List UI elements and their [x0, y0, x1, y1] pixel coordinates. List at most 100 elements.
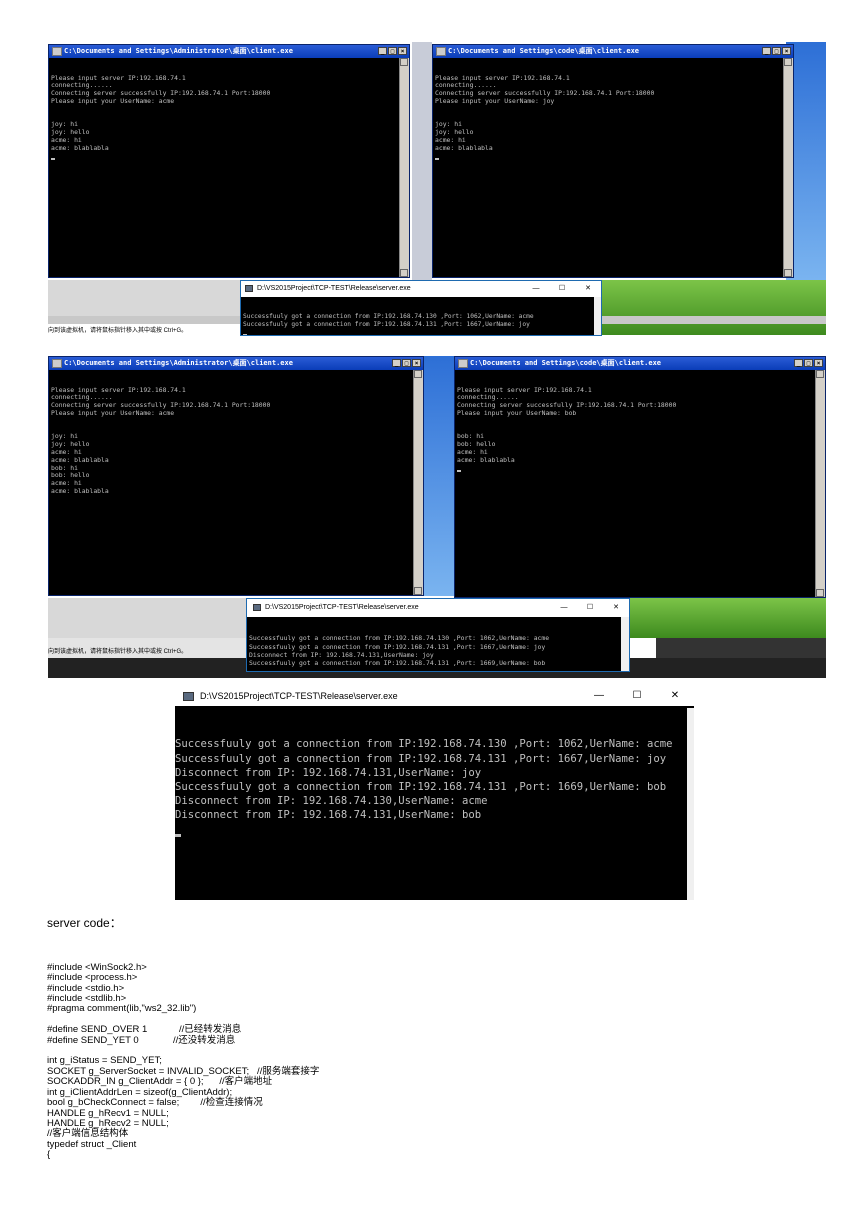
close-button[interactable]: ×	[412, 359, 421, 367]
client-window-acme[interactable]: C:\Documents and Settings\Administrator\…	[48, 44, 410, 278]
window-titlebar[interactable]: C:\Documents and Settings\Administrator\…	[49, 45, 409, 58]
vm-hint-text: 向到该虚拟机，请将鼠标指针移入其中或按 Ctrl+G。	[48, 649, 188, 655]
scroll-down-arrow-icon[interactable]	[784, 269, 792, 277]
text-line: Successfuuly got a connection from IP:19…	[249, 659, 546, 668]
close-button[interactable]: ×	[814, 359, 823, 367]
scrollbar[interactable]	[783, 58, 793, 277]
minimize-button[interactable]: _	[762, 47, 771, 55]
text-line	[51, 426, 412, 434]
close-button[interactable]: ×	[398, 47, 407, 55]
text-line: joy: hello	[435, 128, 474, 137]
scroll-down-arrow-icon[interactable]	[816, 589, 824, 597]
text-line: acme: blablabla	[435, 143, 493, 152]
maximize-button[interactable]: □	[804, 359, 813, 367]
scroll-down-arrow-icon[interactable]	[414, 587, 422, 595]
window-titlebar[interactable]: D:\VS2015Project\TCP-TEST\Release\server…	[247, 599, 629, 617]
client-window-acme[interactable]: C:\Documents and Settings\Administrator\…	[48, 356, 424, 596]
text-line: #pragma comment(lib,"ws2_32.lib")	[47, 1003, 197, 1015]
text-line: bob: hi	[51, 463, 78, 472]
scrollbar[interactable]	[621, 617, 629, 671]
text-line: Successfuuly got a connection from IP:19…	[175, 752, 667, 765]
text-line: joy: hello	[51, 128, 90, 137]
text-line: Successfuuly got a connection from IP:19…	[175, 781, 667, 794]
text-line: bob: hi	[457, 432, 484, 441]
client-window-joy[interactable]: C:\Documents and Settings\code\桌面\client…	[432, 44, 794, 278]
server-window[interactable]: D:\VS2015Project\TCP-TEST\Release\server…	[240, 280, 602, 336]
vm-divider	[412, 42, 432, 280]
text-line: acme: blablabla	[457, 455, 515, 464]
minimize-button[interactable]: —	[551, 599, 577, 617]
maximize-button[interactable]: □	[772, 47, 781, 55]
console-output: Successfuuly got a connection from IP:19…	[247, 617, 621, 671]
console-output: Please input server IP:192.168.74.1 conne…	[455, 370, 816, 597]
console-output: Please input server IP:192.168.74.1 conne…	[49, 58, 400, 277]
scroll-up-arrow-icon[interactable]	[400, 58, 408, 66]
text-line: joy: hi	[51, 120, 78, 129]
console-icon	[245, 284, 253, 292]
scrollbar[interactable]	[413, 370, 423, 595]
scroll-up-arrow-icon[interactable]	[414, 370, 422, 378]
text-line: joy: hi	[51, 432, 78, 441]
minimize-button[interactable]: _	[392, 359, 401, 367]
window-titlebar[interactable]: C:\Documents and Settings\code\桌面\client…	[433, 45, 793, 58]
text-line: Please input your UserName: acme	[51, 408, 175, 417]
close-button[interactable]: ✕	[603, 599, 629, 617]
taskbar-strip-right	[656, 638, 826, 658]
scrollbar[interactable]	[815, 370, 825, 597]
window-titlebar[interactable]: C:\Documents and Settings\Administrator\…	[49, 357, 423, 370]
console-output: Successfuuly got a connection from IP:19…	[241, 297, 594, 335]
maximize-button[interactable]: □	[388, 47, 397, 55]
minimize-button[interactable]: _	[378, 47, 387, 55]
server-window-large[interactable]: D:\VS2015Project\TCP-TEST\Release\server…	[175, 686, 694, 900]
close-button[interactable]: ✕	[656, 686, 694, 706]
text-line: Successfuuly got a connection from IP:19…	[249, 642, 546, 651]
text-line: bool g_bCheckConnect = false; //检查连接情况	[47, 1097, 263, 1109]
vm-hint-text: 向到该虚拟机，请将鼠标指针移入其中或按 Ctrl+G。	[48, 328, 188, 334]
console-output: Please input server IP:192.168.74.1 conne…	[433, 58, 784, 277]
maximize-button[interactable]: ☐	[549, 281, 575, 297]
text-cursor	[435, 158, 439, 161]
scroll-up-arrow-icon[interactable]	[816, 370, 824, 378]
scrollbar[interactable]	[594, 297, 601, 335]
text-cursor	[243, 333, 247, 335]
text-line: Successfuuly got a connection from IP:19…	[243, 320, 530, 328]
client-window-bob[interactable]: C:\Documents and Settings\code\桌面\client…	[454, 356, 826, 598]
window-title: C:\Documents and Settings\code\桌面\client…	[448, 47, 640, 55]
console-icon	[183, 692, 194, 702]
window-titlebar[interactable]: C:\Documents and Settings\code\桌面\client…	[455, 357, 825, 370]
scroll-up-arrow-icon[interactable]	[784, 58, 792, 66]
text-line: #define SEND_YET 0 //还没转发消息	[47, 1034, 236, 1046]
vm-gray-area	[48, 280, 243, 316]
maximize-button[interactable]: ☐	[577, 599, 603, 617]
scrollbar[interactable]	[687, 708, 694, 900]
desktop-sky	[420, 356, 454, 596]
maximize-button[interactable]: ☐	[618, 686, 656, 706]
text-line	[457, 418, 814, 426]
text-line: Successfuuly got a connection from IP:19…	[243, 313, 534, 320]
close-button[interactable]: ✕	[575, 281, 601, 297]
vm-gray-area	[48, 598, 248, 638]
console-output: Please input server IP:192.168.74.1 conne…	[49, 370, 414, 595]
text-line: Disconnect from IP: 192.168.74.131,UserN…	[249, 650, 434, 659]
minimize-button[interactable]: —	[523, 281, 549, 297]
window-titlebar[interactable]: D:\VS2015Project\TCP-TEST\Release\server…	[241, 281, 601, 297]
section-heading: server code：	[47, 916, 122, 930]
console-icon	[52, 358, 62, 368]
window-title: C:\Documents and Settings\Administrator\…	[64, 47, 293, 55]
minimize-button[interactable]: —	[580, 686, 618, 706]
window-title: C:\Documents and Settings\code\桌面\client…	[470, 359, 662, 367]
text-line: Disconnect from IP: 192.168.74.130,UserN…	[175, 795, 488, 808]
text-line: Please input your UserName: bob	[457, 408, 577, 417]
console-icon	[253, 603, 261, 611]
close-button[interactable]: ×	[782, 47, 791, 55]
server-window[interactable]: D:\VS2015Project\TCP-TEST\Release\server…	[246, 598, 630, 672]
text-line: Disconnect from IP: 192.168.74.131,UserN…	[175, 809, 482, 822]
text-line: joy: hi	[435, 120, 462, 129]
window-titlebar[interactable]: D:\VS2015Project\TCP-TEST\Release\server…	[175, 686, 694, 706]
scrollbar[interactable]	[399, 58, 409, 277]
console-icon	[458, 358, 468, 368]
minimize-button[interactable]: _	[794, 359, 803, 367]
maximize-button[interactable]: □	[402, 359, 411, 367]
text-line: acme: blablabla	[51, 486, 109, 495]
scroll-down-arrow-icon[interactable]	[400, 269, 408, 277]
